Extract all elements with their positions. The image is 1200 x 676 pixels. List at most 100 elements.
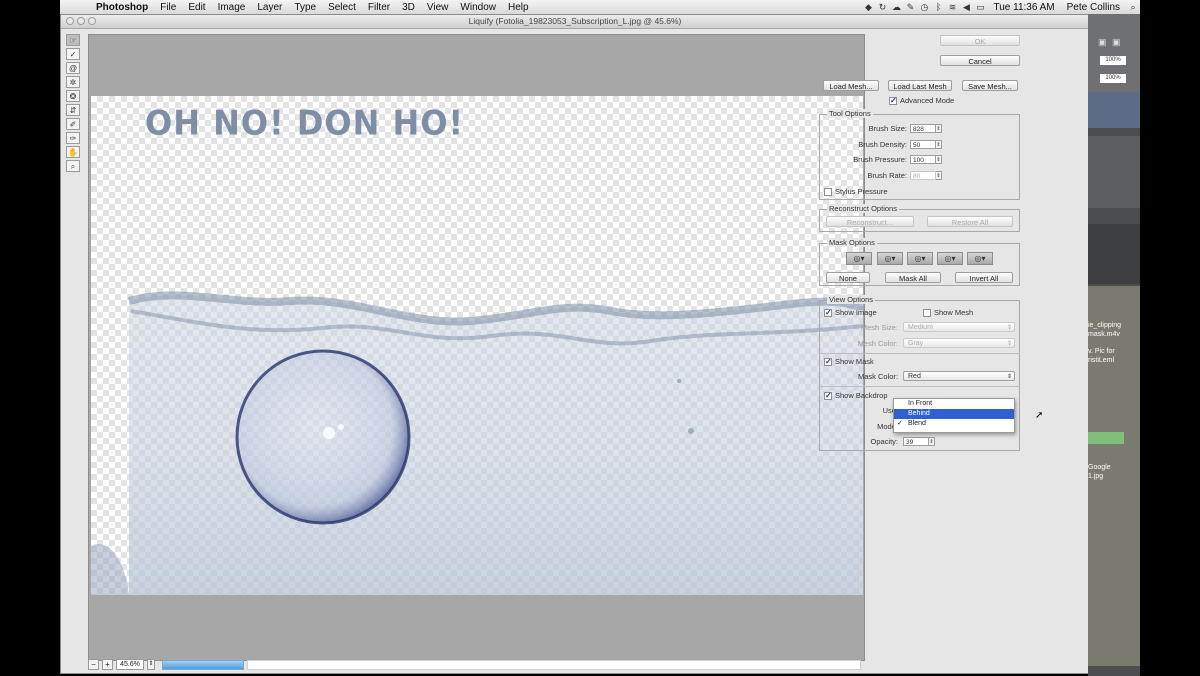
pucker-tool-icon[interactable]: ✲: [66, 76, 80, 88]
mask-all-button[interactable]: Mask All: [885, 272, 941, 283]
close-window-icon[interactable]: [66, 17, 74, 25]
desktop-thumbnail[interactable]: [1088, 432, 1124, 444]
desktop-file-label[interactable]: mask.m4v: [1088, 331, 1140, 338]
background-fill-field[interactable]: 100%: [1100, 74, 1126, 83]
menu-select[interactable]: Select: [322, 2, 362, 13]
save-mesh-button[interactable]: Save Mesh...: [962, 80, 1018, 91]
advanced-mode-row[interactable]: ✓ Advanced Mode: [889, 96, 954, 105]
brush-density-stepper-icon[interactable]: ⇕: [936, 140, 942, 149]
show-backdrop-checkbox[interactable]: ✓: [824, 391, 832, 400]
show-mask-row[interactable]: ✓ Show Mask: [824, 357, 874, 366]
menu-user[interactable]: Pete Collins: [1061, 2, 1126, 13]
menu-clock[interactable]: Tue 11:36 AM: [987, 2, 1060, 13]
layer-rows[interactable]: [1088, 136, 1140, 208]
menu-type[interactable]: Type: [288, 2, 322, 13]
freeze-mask-tool-icon[interactable]: ✐: [66, 118, 80, 130]
reconstruct-tool-icon[interactable]: ✓: [66, 48, 80, 60]
preview-image[interactable]: OH NO! DON HO!: [91, 96, 863, 595]
menu-3d[interactable]: 3D: [396, 2, 421, 13]
menu-layer[interactable]: Layer: [251, 2, 288, 13]
add-to-selection-mask-icon[interactable]: ◎▾: [877, 252, 903, 265]
selected-layer-row[interactable]: [1088, 92, 1140, 128]
load-mesh-button[interactable]: Load Mesh...: [823, 80, 879, 91]
minimize-window-icon[interactable]: [77, 17, 85, 25]
background-opacity-field[interactable]: 100%: [1100, 56, 1126, 65]
stylus-pressure-label: Stylus Pressure: [835, 187, 888, 196]
subtract-from-selection-mask-icon[interactable]: ◎▾: [907, 252, 933, 265]
menu-edit[interactable]: Edit: [182, 2, 211, 13]
stylus-pressure-row[interactable]: Stylus Pressure: [824, 187, 888, 196]
bluetooth-icon[interactable]: ᛒ: [931, 2, 945, 12]
popup-option-blend[interactable]: ✓ Blend: [894, 419, 1014, 429]
dropbox-icon[interactable]: ◆: [861, 2, 875, 13]
wifi-icon[interactable]: ≋: [945, 2, 959, 13]
show-image-row[interactable]: ✓ Show Image: [824, 308, 877, 317]
show-mesh-row[interactable]: Show Mesh: [923, 308, 973, 317]
spotlight-search-icon[interactable]: ⌕: [1126, 2, 1140, 13]
mask-color-select[interactable]: Red ⇕: [903, 371, 1015, 381]
cancel-button[interactable]: Cancel: [940, 55, 1020, 66]
load-last-mesh-button[interactable]: Load Last Mesh: [888, 80, 952, 91]
brush-rate-input[interactable]: 80: [910, 171, 936, 180]
menu-filter[interactable]: Filter: [362, 2, 396, 13]
brush-size-input[interactable]: 828: [910, 124, 936, 133]
zoom-tool-icon[interactable]: ⌕: [66, 160, 80, 172]
menu-window[interactable]: Window: [454, 2, 502, 13]
lock-icon[interactable]: ▣: [1098, 37, 1107, 48]
time-machine-icon[interactable]: ◷: [917, 2, 931, 13]
forward-warp-tool-icon[interactable]: ☞: [66, 34, 80, 46]
zoom-in-button[interactable]: +: [102, 659, 113, 670]
zoom-window-icon[interactable]: [88, 17, 96, 25]
sync-icon[interactable]: ↻: [875, 2, 889, 13]
invert-all-button[interactable]: Invert All: [955, 272, 1013, 283]
volume-icon[interactable]: ◀: [959, 2, 973, 13]
desktop-file-label[interactable]: v. Pic for: [1088, 348, 1140, 355]
mask-none-button[interactable]: None: [826, 272, 870, 283]
zoom-stepper-icon[interactable]: ⇕: [147, 659, 155, 670]
zoom-out-button[interactable]: −: [88, 659, 99, 670]
hand-tool-icon[interactable]: ✋: [66, 146, 80, 158]
menu-view[interactable]: View: [421, 2, 455, 13]
intersect-selection-mask-icon[interactable]: ◎▾: [937, 252, 963, 265]
mesh-color-select[interactable]: Gray ⇕: [903, 338, 1015, 348]
preview-canvas[interactable]: OH NO! DON HO!: [88, 34, 865, 661]
show-backdrop-row[interactable]: ✓ Show Backdrop: [824, 391, 888, 400]
show-mesh-checkbox[interactable]: [923, 308, 931, 317]
evernote-icon[interactable]: ✎: [903, 2, 917, 13]
invert-selection-mask-icon[interactable]: ◎▾: [967, 252, 993, 265]
advanced-mode-checkbox[interactable]: ✓: [889, 96, 897, 105]
backdrop-opacity-input[interactable]: 39: [903, 437, 929, 446]
ok-button[interactable]: OK: [940, 35, 1020, 46]
brush-density-input[interactable]: 50: [910, 140, 936, 149]
restore-all-button[interactable]: Restore All: [927, 216, 1013, 227]
show-image-checkbox[interactable]: ✓: [824, 308, 832, 317]
popup-option-behind[interactable]: Behind: [894, 409, 1014, 419]
brush-pressure-input[interactable]: 100: [910, 155, 936, 164]
stylus-pressure-checkbox[interactable]: [824, 187, 832, 196]
push-left-tool-icon[interactable]: ⇵: [66, 104, 80, 116]
mesh-size-select[interactable]: Medium ⇕: [903, 322, 1015, 332]
menu-file[interactable]: File: [154, 2, 182, 13]
thaw-mask-tool-icon[interactable]: ✑: [66, 132, 80, 144]
brush-size-stepper-icon[interactable]: ⇕: [936, 124, 942, 133]
twirl-tool-icon[interactable]: @: [66, 62, 80, 74]
link-icon[interactable]: ▣: [1112, 37, 1121, 48]
menu-image[interactable]: Image: [212, 2, 252, 13]
popup-option-in-front[interactable]: In Front: [894, 399, 1014, 409]
brush-pressure-stepper-icon[interactable]: ⇕: [936, 155, 942, 164]
show-mask-checkbox[interactable]: ✓: [824, 357, 832, 366]
desktop-file-label[interactable]: ie_clipping: [1088, 322, 1140, 329]
reconstruct-button[interactable]: Reconstruct...: [826, 216, 914, 227]
cloud-icon[interactable]: ☁: [889, 2, 903, 13]
replace-selection-mask-icon[interactable]: ◎▾: [846, 252, 872, 265]
backdrop-opacity-stepper-icon[interactable]: ⇕: [929, 437, 935, 446]
battery-icon[interactable]: ▭: [973, 2, 987, 13]
desktop-file-label[interactable]: Google: [1088, 464, 1140, 471]
menu-app-photoshop[interactable]: Photoshop: [90, 2, 154, 13]
desktop-file-label[interactable]: ristiLeml: [1088, 357, 1140, 364]
brush-rate-stepper-icon[interactable]: ⇕: [936, 171, 942, 180]
bloat-tool-icon[interactable]: ❂: [66, 90, 80, 102]
zoom-level-field[interactable]: 45.6%: [116, 659, 144, 670]
menu-help[interactable]: Help: [502, 2, 535, 13]
desktop-file-label[interactable]: 1.jpg: [1088, 473, 1140, 480]
